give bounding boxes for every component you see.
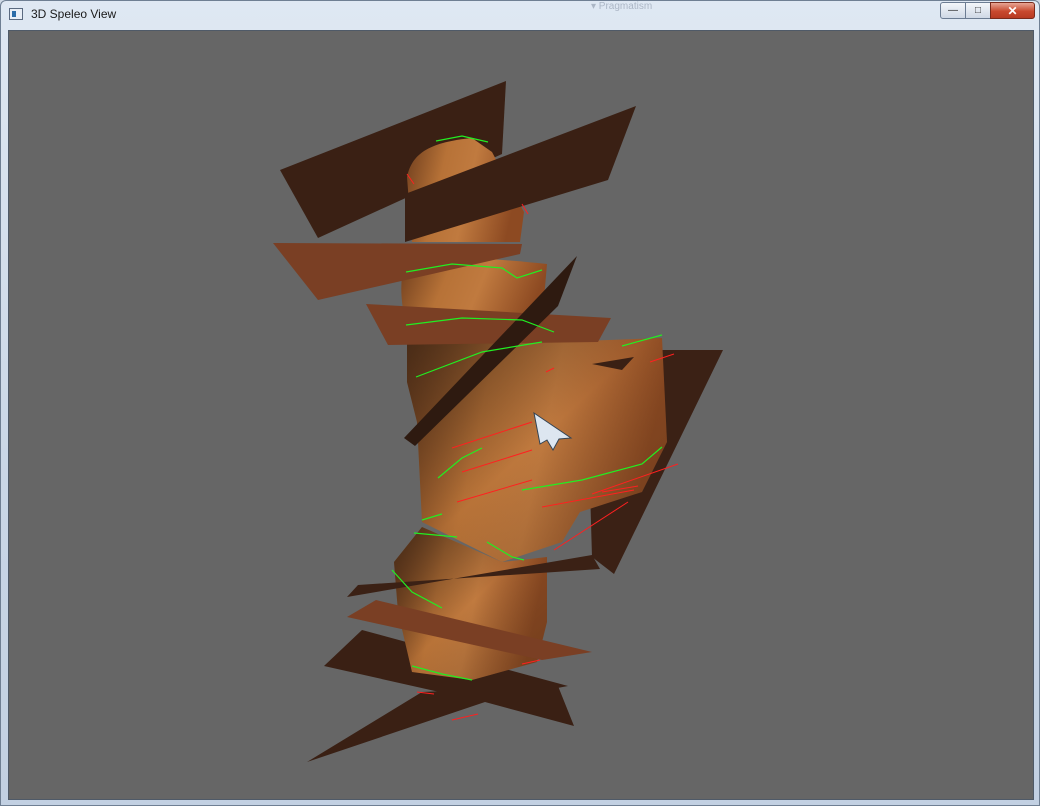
title-bar[interactable]: 3D Speleo View ▾ Pragmatism — □ ✕ xyxy=(1,1,1039,29)
cave-model[interactable] xyxy=(9,31,1033,799)
caption-buttons: — □ ✕ xyxy=(940,2,1035,19)
plane xyxy=(307,686,574,762)
close-button[interactable]: ✕ xyxy=(990,2,1035,19)
background-window-text: ▾ Pragmatism xyxy=(591,1,653,12)
window-title: 3D Speleo View xyxy=(31,7,117,21)
app-icon[interactable] xyxy=(9,8,23,20)
splay xyxy=(451,713,479,721)
minimize-icon: — xyxy=(948,5,958,16)
close-icon: ✕ xyxy=(1007,3,1018,18)
app-window: 3D Speleo View ▾ Pragmatism — □ ✕ xyxy=(0,0,1040,806)
maximize-icon: □ xyxy=(974,5,982,16)
minimize-button[interactable]: — xyxy=(940,2,966,19)
maximize-button[interactable]: □ xyxy=(965,2,991,19)
3d-viewport[interactable] xyxy=(8,30,1034,800)
